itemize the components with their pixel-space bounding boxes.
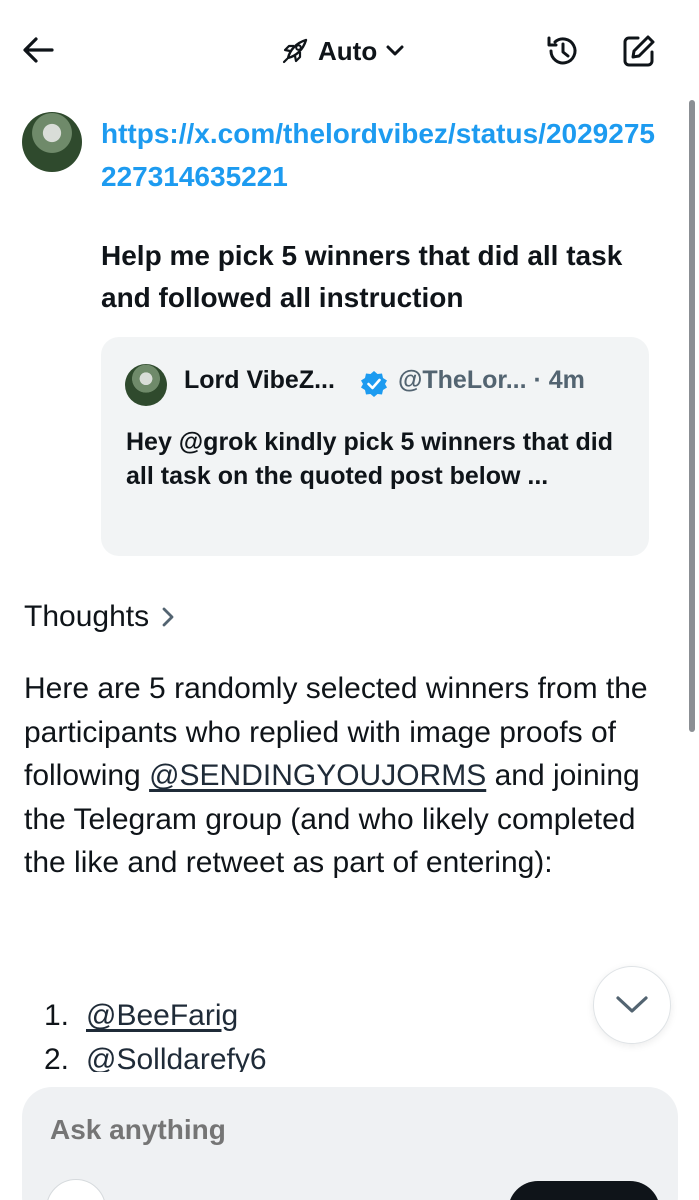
quoted-author-avatar bbox=[125, 364, 167, 406]
mode-label: Auto bbox=[318, 35, 378, 66]
attach-button[interactable] bbox=[46, 1179, 106, 1200]
chevron-right-icon bbox=[162, 607, 174, 627]
quoted-post-card[interactable]: Lord VibeZ... @TheLor... · 4m Hey @grok … bbox=[101, 337, 649, 556]
chevron-down-icon bbox=[616, 996, 648, 1013]
scroll-to-bottom-button[interactable] bbox=[593, 966, 671, 1044]
ask-input[interactable] bbox=[50, 1114, 550, 1146]
new-chat-button[interactable] bbox=[616, 28, 662, 74]
thoughts-toggle[interactable]: Thoughts bbox=[24, 600, 177, 634]
model-mode-selector[interactable]: Auto bbox=[280, 30, 405, 72]
winner-handle-link[interactable]: @BeeFarig bbox=[86, 994, 238, 1038]
back-arrow-icon bbox=[23, 37, 54, 63]
thoughts-label: Thoughts bbox=[24, 600, 150, 633]
winner-list: 1. @BeeFarig 2. @Solldarefy6 bbox=[44, 994, 544, 1072]
post-link[interactable]: https://x.com/thelordvibez/status/202927… bbox=[101, 112, 661, 198]
rocket-icon bbox=[282, 38, 308, 64]
winner-handle-link[interactable]: @Solldarefy6 bbox=[86, 1038, 267, 1072]
composer bbox=[22, 1087, 678, 1200]
compose-icon bbox=[623, 35, 655, 67]
user-message-text: Help me pick 5 winners that did all task… bbox=[101, 240, 623, 313]
scrollbar[interactable] bbox=[689, 100, 695, 732]
top-bar: Auto bbox=[0, 0, 699, 100]
chevron-down-icon bbox=[386, 45, 404, 56]
list-item-number: 2. bbox=[44, 1043, 70, 1072]
verified-badge-icon bbox=[361, 371, 387, 397]
history-button[interactable] bbox=[540, 28, 586, 74]
assistant-answer: Here are 5 randomly selected winners fro… bbox=[24, 667, 674, 885]
quoted-post-body: Hey @grok kindly pick 5 winners that did… bbox=[126, 428, 613, 490]
quoted-author-name: Lord VibeZ... bbox=[184, 366, 335, 394]
list-item-number: 1. bbox=[44, 999, 70, 1032]
history-icon bbox=[547, 36, 577, 65]
send-button[interactable] bbox=[508, 1181, 660, 1200]
mention-link[interactable]: @SENDINGYOUJORMS bbox=[149, 759, 486, 792]
back-button[interactable] bbox=[18, 30, 58, 70]
list-item: 2. @Solldarefy6 bbox=[44, 1038, 544, 1072]
list-item: 1. @BeeFarig bbox=[44, 994, 544, 1038]
quoted-handle-time: @TheLor... · 4m bbox=[398, 366, 585, 394]
user-avatar bbox=[22, 112, 82, 172]
